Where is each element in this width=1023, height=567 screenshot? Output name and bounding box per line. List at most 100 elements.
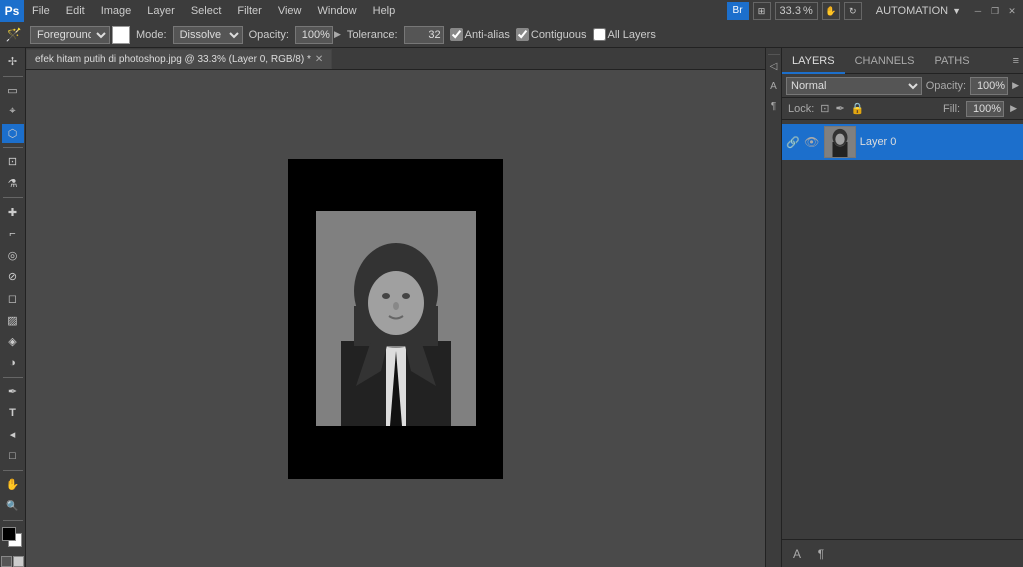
strip-icon-2[interactable]: A [767,81,781,95]
opacity-label: Opacity: [926,80,966,92]
history-brush-tool[interactable]: ⊘ [2,267,24,287]
menu-edit[interactable]: Edit [58,0,93,22]
color-preview[interactable] [112,26,130,44]
blur-tool[interactable]: ◈ [2,332,24,352]
all-layers-checkbox[interactable] [593,28,606,41]
panel-strip: ◁ A ¶ [765,48,781,567]
tool-separator-1 [3,76,23,77]
text-tool-bottom[interactable]: A [786,543,808,565]
strip-icon-3[interactable]: ¶ [767,101,781,115]
path-select-tool[interactable]: ◂ [2,425,24,445]
menu-bar: Ps File Edit Image Layer Select Filter V… [0,0,1023,22]
healing-tool[interactable]: ✚ [2,202,24,222]
gradient-tool[interactable]: ▨ [2,310,24,330]
tolerance-input[interactable] [404,26,444,44]
opacity-input[interactable] [970,77,1008,95]
layer-link-icon: 🔗 [786,136,800,149]
lock-position-icon[interactable]: ✒ [836,102,845,115]
strip-divider [768,54,780,55]
standard-mode[interactable] [1,556,12,567]
close-button[interactable]: ✕ [1005,4,1019,18]
tolerance-label: Tolerance: [347,29,398,41]
options-bar: 🪄 Foreground Mode: Dissolve Opacity: ▶ T… [0,22,1023,48]
bridge-button[interactable]: Br [727,2,749,20]
automation-dropdown-arrow[interactable]: ▼ [952,0,961,22]
anti-alias-checkbox[interactable] [450,28,463,41]
main-layout: ✢ ▭ ⌖ ⬡ ⊡ ⚗ ✚ ⌐ ◎ ⊘ ◻ ▨ ◈ ◑ ✒ T ◂ □ ✋ 🔍 [0,48,1023,567]
pen-tool[interactable]: ✒ [2,382,24,402]
canvas-content[interactable] [26,70,765,567]
foreground-swatch[interactable] [2,527,16,541]
zoom-widget[interactable]: 33.3 % [775,2,818,20]
ps-logo: Ps [0,0,24,22]
layer-visibility-0[interactable]: 👁 [804,135,820,149]
menu-window[interactable]: Window [310,0,365,22]
shape-tool[interactable]: □ [2,447,24,467]
mode-select[interactable]: Dissolve [173,26,243,44]
tab-layers[interactable]: LAYERS [782,48,845,74]
opacity-input[interactable] [295,26,333,44]
anti-alias-label[interactable]: Anti-alias [450,28,510,41]
restore-button[interactable]: ❐ [988,4,1002,18]
rotate-tool-btn[interactable]: ↻ [844,2,862,20]
contiguous-label[interactable]: Contiguous [516,28,587,41]
fill-stepper[interactable]: ▶ [1010,103,1017,114]
fill-input[interactable] [966,101,1004,117]
layers-list: 🔗 👁 Layer 0 [782,120,1023,539]
tab-close-btn[interactable]: ✕ [315,54,323,65]
tab-paths[interactable]: PATHS [925,48,980,74]
type-tool[interactable]: T [2,403,24,423]
minimize-button[interactable]: ─ [971,4,985,18]
layer-name-0: Layer 0 [860,136,1019,148]
canvas-tab[interactable]: efek hitam putih di photoshop.jpg @ 33.3… [26,49,332,69]
strip-icon-1[interactable]: ◁ [767,61,781,75]
photo-image [316,211,476,426]
tab-channels[interactable]: CHANNELS [845,48,925,74]
canvas-area: efek hitam putih di photoshop.jpg @ 33.3… [26,48,765,567]
menu-file[interactable]: File [24,0,58,22]
crop-tool[interactable]: ⊡ [2,152,24,172]
menu-select[interactable]: Select [183,0,230,22]
move-tool[interactable]: ✢ [2,52,24,72]
menu-filter[interactable]: Filter [229,0,269,22]
layer-options: Normal Opacity: ▶ [782,74,1023,98]
paragraph-tool-bottom[interactable]: ¶ [810,543,832,565]
contiguous-checkbox[interactable] [516,28,529,41]
tool-separator-6 [3,520,23,521]
lasso-tool[interactable]: ⌖ [2,102,24,122]
menu-image[interactable]: Image [93,0,140,22]
eraser-tool[interactable]: ◻ [2,289,24,309]
canvas-background [288,159,503,479]
blend-mode-select[interactable]: Normal [786,77,922,95]
zoom-tool[interactable]: 🔍 [2,497,24,517]
pan-tool-btn[interactable]: ✋ [822,2,840,20]
color-swatches[interactable] [2,527,24,552]
screen-mode-button[interactable]: ⊞ [753,2,771,20]
dodge-tool[interactable]: ◑ [2,353,24,373]
mode-label: Mode: [136,29,167,41]
quick-mask-mode[interactable] [13,556,24,567]
opacity-arrow[interactable]: ▶ [334,29,341,40]
right-panel: LAYERS CHANNELS PATHS ≡ Normal Opacity: … [781,48,1023,567]
menu-layer[interactable]: Layer [139,0,183,22]
lock-all-icon[interactable]: 🔒 [851,102,865,115]
panel-tabs: LAYERS CHANNELS PATHS ≡ [782,48,1023,74]
clone-tool[interactable]: ◎ [2,245,24,265]
layer-item-0[interactable]: 🔗 👁 Layer 0 [782,124,1023,160]
eyedropper-tool[interactable]: ⚗ [2,174,24,194]
brush-tool[interactable]: ⌐ [2,224,24,244]
all-layers-label[interactable]: All Layers [593,28,656,41]
foreground-select[interactable]: Foreground [30,26,110,44]
photo-frame [316,211,476,426]
menu-help[interactable]: Help [365,0,404,22]
window-controls: ─ ❐ ✕ [967,4,1023,18]
panel-menu-btn[interactable]: ≡ [1013,55,1019,67]
quick-select-tool[interactable]: ⬡ [2,124,24,144]
foreground-selector[interactable]: Foreground [30,26,130,44]
lock-pixels-icon[interactable]: ⊡ [820,102,829,115]
tool-options-icon[interactable]: 🪄 [4,25,24,45]
hand-tool[interactable]: ✋ [2,475,24,495]
menu-view[interactable]: View [270,0,310,22]
opacity-stepper[interactable]: ▶ [1012,80,1019,91]
rect-marquee-tool[interactable]: ▭ [2,80,24,100]
